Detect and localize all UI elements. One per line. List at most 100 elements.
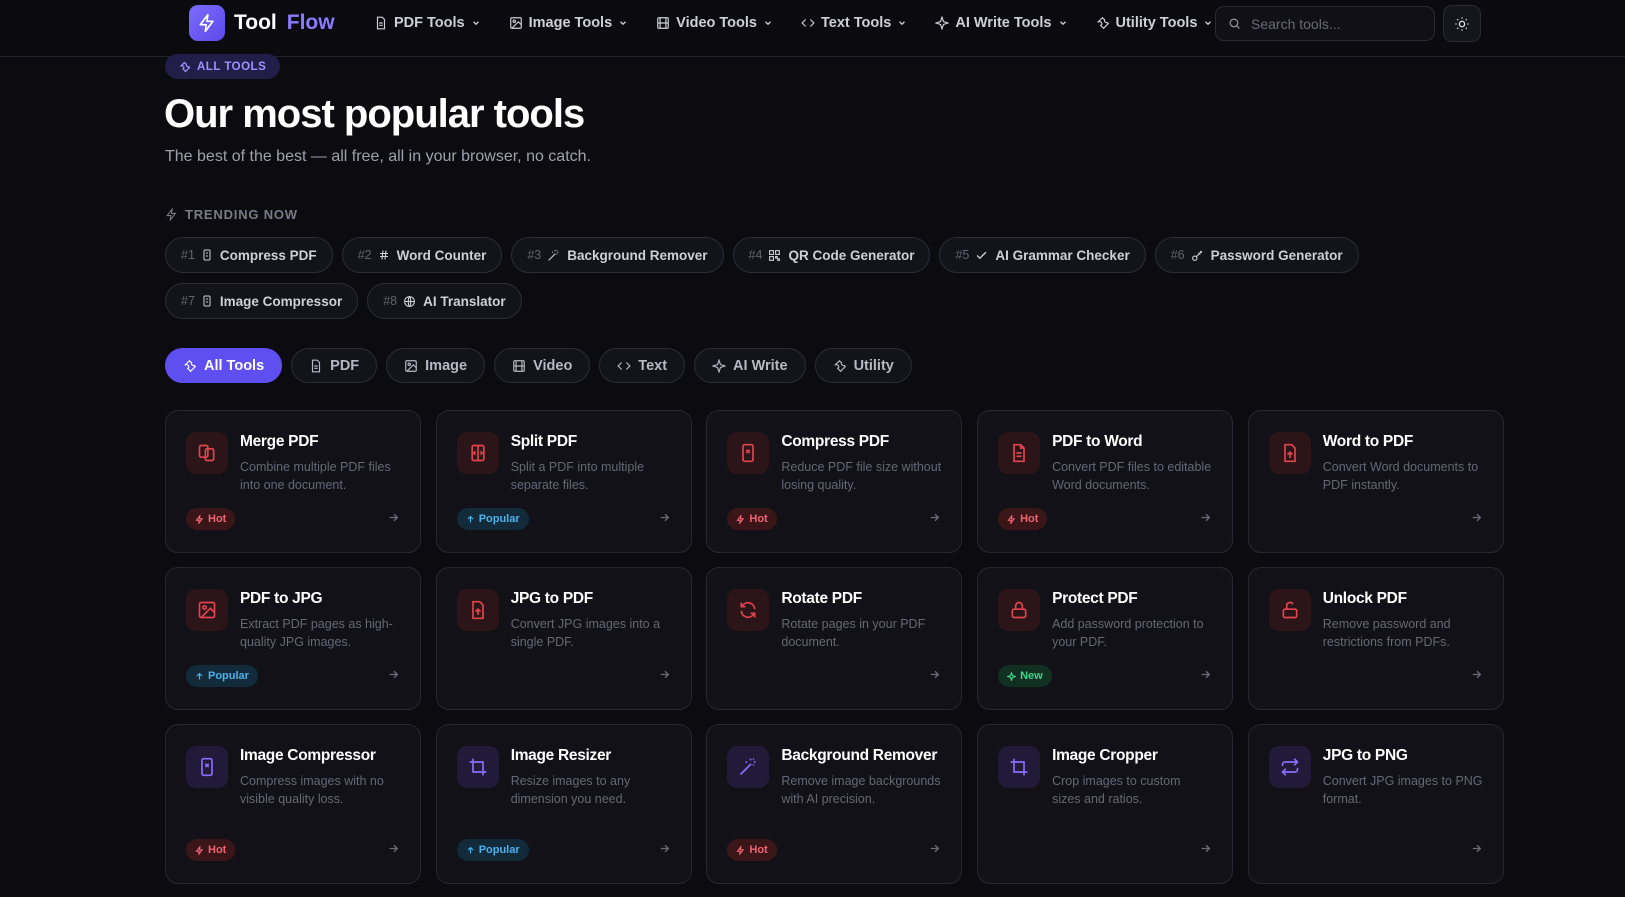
split-icon <box>456 432 499 474</box>
filter-image[interactable]: Image <box>386 348 486 383</box>
search-icon <box>1229 18 1240 29</box>
tool-description: Reduce PDF file size without losing qual… <box>781 460 942 492</box>
theme-toggle-button[interactable] <box>1443 5 1481 42</box>
bolt-icon <box>195 514 204 524</box>
key-icon <box>1191 250 1202 261</box>
trending-chip[interactable]: #3 Background Remover <box>511 237 724 273</box>
tool-card-pdf-to-word[interactable]: PDF to Word Convert PDF files to editabl… <box>977 410 1234 553</box>
tool-card-jpg-to-png[interactable]: JPG to PNG Convert JPG images to PNG for… <box>1247 724 1504 884</box>
tool-card-image-compressor[interactable]: Image Compressor Compress images with no… <box>165 724 421 884</box>
wrench-icon <box>1096 16 1109 30</box>
tool-title: JPG to PDF <box>510 590 594 607</box>
bolt-icon <box>736 514 745 524</box>
tools-grid: Merge PDF Combine multiple PDF files int… <box>165 410 1504 884</box>
tool-card-image-cropper[interactable]: Image Cropper Crop images to custom size… <box>977 724 1234 884</box>
arrow-right-icon <box>931 513 940 522</box>
tool-description: Remove image backgrounds with AI precisi… <box>781 774 941 806</box>
filter-utility[interactable]: Utility <box>814 348 912 383</box>
all-tools-badge: ALL TOOLS <box>165 54 281 79</box>
chevron-down-icon <box>899 21 906 26</box>
bolt-icon <box>1007 514 1016 524</box>
badge-label: Popular <box>208 670 249 682</box>
filter-video[interactable]: Video <box>494 348 591 383</box>
tool-card-merge-pdf[interactable]: Merge PDF Combine multiple PDF files int… <box>165 410 421 553</box>
trending-chip[interactable]: #6 Password Generator <box>1154 237 1359 273</box>
wand-icon <box>727 746 770 788</box>
tool-card-unlock-pdf[interactable]: Unlock PDF Remove password and restricti… <box>1247 567 1504 710</box>
tool-title: Background Remover <box>781 747 938 764</box>
top-navbar: Tool Flow PDF Tools Image Tools Video To… <box>0 0 1625 57</box>
menu-text-tools[interactable]: Text Tools <box>801 15 907 31</box>
trending-chip[interactable]: #8 AI Translator <box>367 283 522 319</box>
filter-text[interactable]: Text <box>599 348 686 383</box>
crop-icon <box>998 746 1041 788</box>
filter-all-tools[interactable]: All Tools <box>165 348 283 383</box>
tool-title: Rotate PDF <box>781 590 862 607</box>
tool-card-split-pdf[interactable]: Split PDF Split a PDF into multiple sepa… <box>435 410 692 553</box>
hot-badge: Hot <box>998 508 1048 530</box>
menu-pdf-tools[interactable]: PDF Tools <box>374 15 481 31</box>
tool-card-word-to-pdf[interactable]: Word to PDF Convert Word documents to PD… <box>1247 410 1504 553</box>
tool-card-compress-pdf[interactable]: Compress PDF Reduce PDF file size withou… <box>706 410 963 553</box>
tool-title: JPG to PNG <box>1322 747 1408 764</box>
arrow-right-icon <box>1201 670 1211 679</box>
hot-badge: Hot <box>727 508 777 530</box>
arrow-right-icon <box>1472 670 1481 679</box>
wrench-icon <box>184 359 197 372</box>
tool-title: Compress PDF <box>781 433 889 450</box>
tool-card-protect-pdf[interactable]: Protect PDF Add password protection to y… <box>977 567 1234 710</box>
tool-card-background-remover[interactable]: Background Remover Remove image backgrou… <box>706 724 963 884</box>
menu-utility-tools[interactable]: Utility Tools <box>1096 15 1214 31</box>
tool-card-jpg-to-pdf[interactable]: JPG to PDF Convert JPG images into a sin… <box>435 567 692 710</box>
filter-ai-write[interactable]: AI Write <box>694 348 806 383</box>
search-input[interactable] <box>1251 15 1421 32</box>
crop-icon <box>456 746 499 788</box>
trending-chip[interactable]: #7 Image Compressor <box>165 283 359 319</box>
trending-chip[interactable]: #2 Word Counter <box>341 237 503 273</box>
badge-label: Hot <box>208 513 227 525</box>
brand-name-accent: Flow <box>286 11 335 34</box>
menu-image-tools[interactable]: Image Tools <box>509 15 629 31</box>
search-box[interactable] <box>1215 6 1435 41</box>
compress-icon <box>727 432 770 474</box>
brand-logo[interactable]: Tool Flow <box>189 5 335 41</box>
arrow-right-icon <box>660 670 669 679</box>
trending-rank: #3 <box>527 248 542 262</box>
arrow-right-icon <box>1472 513 1481 522</box>
tool-title: Word to PDF <box>1322 433 1414 450</box>
filter-label: AI Write <box>733 357 788 374</box>
trending-label: Password Generator <box>1210 247 1343 263</box>
trending-label: QR Code Generator <box>788 247 915 263</box>
arrow-right-icon <box>1201 513 1211 522</box>
arrow-right-icon <box>389 670 399 679</box>
menu-video-tools[interactable]: Video Tools <box>656 15 773 31</box>
film-icon <box>513 359 525 372</box>
trending-chip[interactable]: #5 AI Grammar Checker <box>939 237 1146 273</box>
qr-icon <box>769 249 781 261</box>
menu-ai-write-tools[interactable]: AI Write Tools <box>935 15 1067 31</box>
trending-label: Background Remover <box>567 247 708 263</box>
rotate-icon <box>727 589 770 631</box>
filter-pdf[interactable]: PDF <box>291 348 378 383</box>
filter-label: Text <box>638 357 668 374</box>
bolt-icon <box>736 845 745 855</box>
tool-title: PDF to JPG <box>240 590 323 607</box>
document-icon <box>998 432 1041 474</box>
page-subtitle: The best of the best — all free, all in … <box>165 148 591 165</box>
tool-description: Convert JPG images to PNG format. <box>1322 774 1483 806</box>
bolt-icon <box>189 5 225 41</box>
arrow-right-icon <box>660 844 669 853</box>
file-icon <box>376 16 386 30</box>
tool-card-rotate-pdf[interactable]: Rotate PDF Rotate pages in your PDF docu… <box>706 567 963 710</box>
trending-label: AI Grammar Checker <box>995 247 1130 263</box>
tool-card-pdf-to-jpg[interactable]: PDF to JPG Extract PDF pages as high-qua… <box>165 567 421 710</box>
trending-rank: #6 <box>1170 248 1185 262</box>
trending-chip[interactable]: #1 Compress PDF <box>165 237 333 273</box>
tool-card-image-resizer[interactable]: Image Resizer Resize images to any dimen… <box>435 724 692 884</box>
trending-chip[interactable]: #4 QR Code Generator <box>732 237 931 273</box>
bolt-icon <box>166 208 177 221</box>
new-badge: New <box>998 665 1052 687</box>
hot-badge: Hot <box>186 508 236 530</box>
tool-description: Convert PDF files to editable Word docum… <box>1052 460 1212 492</box>
arrow-right-icon <box>1201 844 1211 853</box>
